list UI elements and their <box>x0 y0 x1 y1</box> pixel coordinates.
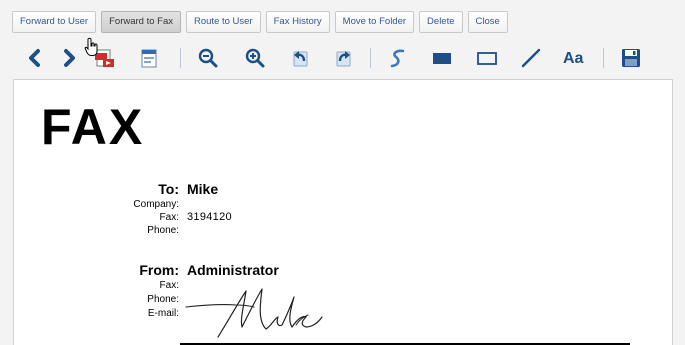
handwritten-signature <box>184 285 354 345</box>
to-fax-label: Fax: <box>159 212 179 223</box>
from-phone-label: Phone: <box>147 294 179 305</box>
to-fax-number: 3194120 <box>187 211 232 223</box>
from-email-label: E-mail: <box>147 308 179 319</box>
fax-cover-heading: FAX <box>41 99 145 155</box>
filled-rectangle-icon[interactable] <box>431 47 453 69</box>
fax-page-icon[interactable] <box>138 47 160 69</box>
from-fax-label: Fax: <box>159 280 179 291</box>
hand-cursor-icon <box>84 37 100 57</box>
rotate-left-icon[interactable] <box>289 47 311 69</box>
to-phone-label: Phone: <box>147 225 179 236</box>
fax-viewer-window: Forward to User Forward to Fax Route to … <box>0 0 685 345</box>
forward-to-user-button[interactable]: Forward to User <box>12 11 97 33</box>
toolbar-divider <box>370 48 371 68</box>
route-to-user-button[interactable]: Route to User <box>186 11 261 33</box>
company-label: Company: <box>133 199 179 210</box>
toolbar-divider <box>603 48 604 68</box>
fax-history-button[interactable]: Fax History <box>265 11 330 33</box>
annotation-toolbar: Aa <box>0 40 685 76</box>
save-icon[interactable] <box>620 47 642 69</box>
to-label: To: <box>158 181 179 197</box>
next-page-icon[interactable] <box>58 47 80 69</box>
previous-page-icon[interactable] <box>24 47 46 69</box>
zoom-out-icon[interactable] <box>197 47 219 69</box>
freehand-draw-icon[interactable] <box>387 47 409 69</box>
text-annotation-icon[interactable]: Aa <box>563 48 583 70</box>
zoom-in-icon[interactable] <box>244 47 266 69</box>
action-button-bar: Forward to User Forward to Fax Route to … <box>12 11 508 33</box>
move-to-folder-button[interactable]: Move to Folder <box>334 11 415 33</box>
line-icon[interactable] <box>520 47 542 69</box>
delete-button[interactable]: Delete <box>419 11 463 33</box>
from-sender-name: Administrator <box>187 262 279 278</box>
toolbar-divider <box>180 48 181 68</box>
forward-to-fax-button[interactable]: Forward to Fax <box>101 11 181 33</box>
fax-document-viewer[interactable]: FAX To: Mike Company: Fax: 3194120 Phone… <box>13 79 673 345</box>
from-label: From: <box>139 262 179 278</box>
rotate-right-icon[interactable] <box>333 47 355 69</box>
close-button[interactable]: Close <box>467 11 508 33</box>
rectangle-outline-icon[interactable] <box>476 47 498 69</box>
to-recipient-name: Mike <box>187 181 219 197</box>
